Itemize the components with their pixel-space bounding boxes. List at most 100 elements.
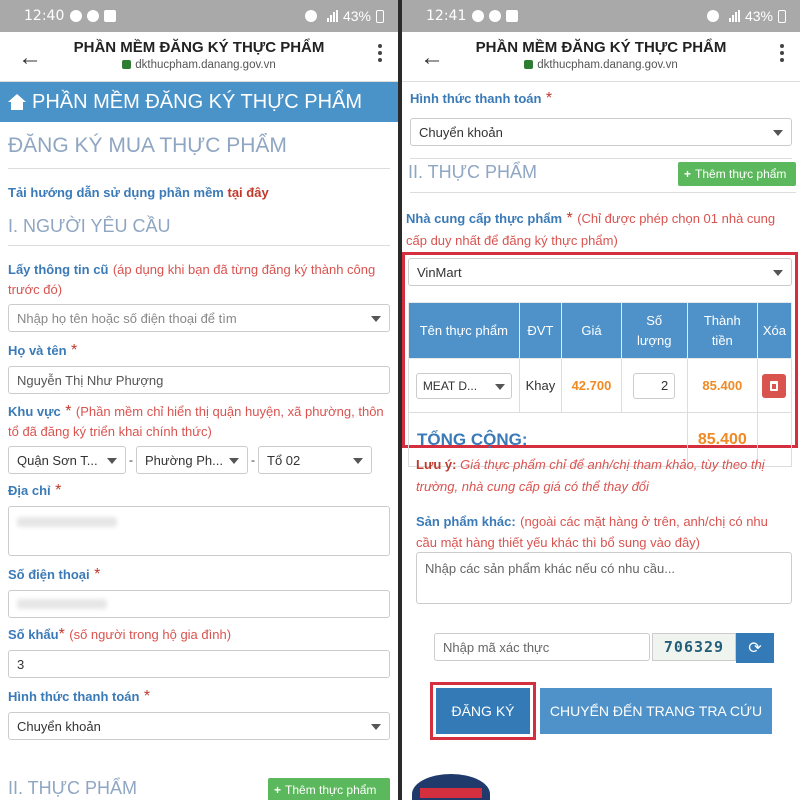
facebook-icon (87, 10, 100, 22)
delete-button[interactable] (762, 373, 787, 398)
supplier-label: Nhà cung cấp thực phẩm (406, 211, 563, 226)
section-title-food: II. THỰC PHẨM (408, 162, 538, 182)
household-label-block: Số khẩu* (số người trong hộ gia đình) (8, 626, 390, 644)
supplier-label-block: Nhà cung cấp thực phẩm * (Chỉ được phép … (406, 208, 792, 252)
section-title-food: II. THỰC PHẨM (8, 778, 138, 798)
url-text: dkthucpham.danang.gov.vn (135, 59, 276, 71)
fullname-input[interactable]: Nguyễn Thị Như Phượng (8, 366, 390, 394)
payment-select[interactable]: Chuyển khoản (8, 712, 390, 740)
page-heading: ĐĂNG KÝ MUA THỰC PHẨM (8, 134, 287, 157)
payment-value: Chuyển khoản (17, 718, 101, 734)
total-header-line1: Thành (703, 313, 741, 328)
col-header-qty: Số lượng (620, 302, 688, 359)
fullname-label: Họ và tên (8, 343, 67, 358)
more-menu-icon[interactable] (378, 44, 382, 62)
battery-icon (778, 9, 786, 23)
address-textarea[interactable] (8, 506, 390, 556)
lookup-page-button[interactable]: CHUYỂN ĐẾN TRANG TRA CỨU (540, 688, 772, 734)
browser-url[interactable]: dkthucpham.danang.gov.vn (402, 59, 800, 71)
more-menu-icon[interactable] (780, 44, 784, 62)
trash-icon (770, 380, 779, 391)
required-mark: * (65, 403, 72, 420)
facebook-icon (472, 10, 485, 22)
browser-url[interactable]: dkthucpham.danang.gov.vn (0, 59, 398, 71)
payment-value: Chuyển khoản (419, 124, 503, 140)
fullname-label-block: Họ và tên * (8, 342, 390, 360)
browser-bar: ← PHẦN MỀM ĐĂNG KÝ THỰC PHẨM dkthucpham.… (0, 32, 398, 82)
note-block: Lưu ý: Giá thực phẩm chỉ để anh/chị tham… (416, 454, 792, 498)
required-mark: * (566, 210, 573, 227)
phone-input[interactable] (8, 590, 390, 618)
district-select[interactable]: Quận Sơn T... (8, 446, 126, 474)
col-header-total: Thành tiền (686, 302, 758, 359)
logo-stripe (420, 788, 482, 798)
browser-page-title: PHẦN MỀM ĐĂNG KÝ THỰC PHẨM (73, 39, 325, 56)
lock-icon (122, 60, 132, 69)
qty-header-line1: Số (646, 313, 663, 328)
refresh-icon: ⟳ (748, 640, 762, 657)
guide-text: Tải hướng dẫn sử dụng phần mềm (8, 185, 224, 200)
captcha-input[interactable]: Nhập mã xác thực (434, 633, 650, 661)
ward-value: Phường Ph... (145, 452, 223, 468)
signal-icon (728, 10, 740, 22)
payment-select[interactable]: Chuyển khoản (410, 118, 792, 146)
alarm-icon (304, 10, 317, 22)
district-value: Quận Sơn T... (17, 452, 98, 468)
other-products-textarea[interactable]: Nhập các sản phẩm khác nếu có nhu cầu... (416, 552, 792, 604)
chevron-down-icon (773, 130, 783, 136)
phone-screenshot-left: 12:40 43% ← PHẦN MỀM ĐĂNG KÝ THỰC PHẨM d… (0, 0, 398, 800)
household-label: Số khẩu (8, 627, 59, 642)
separator: - (251, 453, 255, 467)
add-food-button[interactable]: + Thêm thực phẩm (678, 162, 796, 186)
food-select[interactable]: MEAT D... (415, 372, 512, 399)
add-food-button[interactable]: + Thêm thực phẩm (268, 778, 390, 800)
table-header-row: Tên thực phẩm ĐVT Giá Số lượng Thành tiền … (408, 302, 793, 359)
phone-screenshot-right: 12:41 43% ← PHẦN MỀM ĐĂNG KÝ THỰC PHẨM d… (402, 0, 800, 800)
guide-line: Tải hướng dẫn sử dụng phần mềm tại đây (8, 185, 390, 200)
required-mark: * (70, 342, 78, 359)
cell-total: 85.400 (686, 358, 758, 413)
food-table: Tên thực phẩm ĐVT Giá Số lượng Thành tiền … (408, 302, 793, 467)
prev-info-label-block: Lấy thông tin cũ (áp dụng khi bạn đã từn… (8, 260, 390, 300)
prev-info-label: Lấy thông tin cũ (8, 262, 109, 277)
redacted-address (17, 517, 117, 527)
note-text: Giá thực phẩm chỉ để anh/chị tham khảo, … (416, 457, 765, 494)
household-note: (số người trong hộ gia đình) (69, 627, 232, 642)
battery-percent: 43% (342, 8, 371, 24)
household-input[interactable]: 3 (8, 650, 390, 678)
payment-label-block: Hình thức thanh toán * (410, 90, 792, 108)
chevron-down-icon (494, 383, 505, 390)
alarm-icon (706, 10, 719, 22)
refresh-captcha-button[interactable]: ⟳ (736, 633, 774, 663)
divider (8, 168, 390, 169)
chevron-down-icon (371, 316, 381, 322)
payment-label-block: Hình thức thanh toán * (8, 688, 390, 706)
battery-icon (376, 9, 384, 23)
ward-select[interactable]: Phường Ph... (136, 446, 248, 474)
area-label-block: Khu vực * (Phần mềm chỉ hiển thị quận hu… (8, 402, 390, 442)
page-content: Hình thức thanh toán * Chuyển khoản II. … (402, 82, 800, 800)
status-bar: 12:41 43% (402, 0, 800, 32)
cell-qty: 2 (620, 358, 688, 413)
guide-link[interactable]: tại đây (227, 185, 268, 200)
facebook-icon (489, 10, 502, 22)
browser-page-title: PHẦN MỀM ĐĂNG KÝ THỰC PHẨM (475, 39, 727, 56)
gallery-icon (104, 10, 117, 22)
site-banner[interactable]: PHẦN MỀM ĐĂNG KÝ THỰC PHẨM (0, 82, 398, 122)
required-mark: * (94, 566, 101, 583)
divider (410, 158, 792, 159)
lock-icon (524, 60, 534, 69)
home-icon (8, 94, 26, 110)
register-button[interactable]: ĐĂNG KÝ (436, 688, 530, 734)
section-title-requester: I. NGƯỜI YÊU CẦU (8, 216, 171, 236)
url-text: dkthucpham.danang.gov.vn (537, 59, 678, 71)
qty-input[interactable]: 2 (633, 372, 676, 399)
separator: - (129, 453, 133, 467)
group-select[interactable]: Tổ 02 (258, 446, 372, 474)
phone-label: Số điện thoại (8, 567, 90, 582)
table-row: MEAT D... Khay 42.700 2 85.400 (408, 358, 793, 413)
supplier-value: VinMart (417, 264, 462, 280)
required-mark: * (545, 90, 553, 107)
supplier-select[interactable]: VinMart (408, 258, 792, 286)
prev-info-search-select[interactable]: Nhập họ tên hoặc số điện thoại để tìm (8, 304, 390, 332)
